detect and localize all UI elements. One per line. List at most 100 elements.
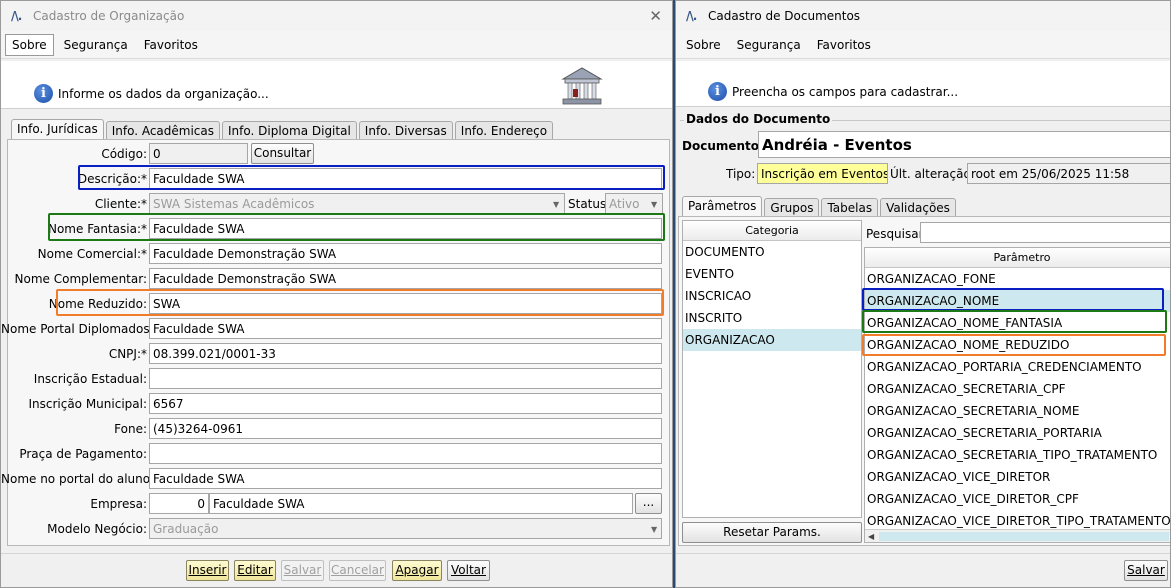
- pesquisar-input[interactable]: [920, 222, 1170, 243]
- title-bar: /\. Cadastro de Documentos: [676, 1, 1170, 31]
- praca-pagamento-label: Praça de Pagamento:: [19, 447, 147, 461]
- editar-button[interactable]: Editar: [234, 560, 276, 581]
- list-item-selected[interactable]: ORGANIZACAO: [683, 329, 861, 351]
- tab-info-juridicas[interactable]: Info. Jurídicas: [11, 119, 104, 140]
- table-row[interactable]: ORGANIZACAO_SECRETARIA_PORTARIA: [865, 422, 1170, 444]
- inserir-button[interactable]: Inserir: [186, 560, 229, 581]
- document-tabs: Parâmetros Grupos Tabelas Validações: [682, 196, 958, 217]
- menu-bar: Sobre Segurança Favoritos: [676, 31, 1170, 59]
- chevron-down-icon[interactable]: ▼: [651, 525, 657, 534]
- cnpj-field[interactable]: 08.399.021/0001-33: [149, 343, 662, 364]
- banner-text: Informe os dados da organização...: [58, 87, 269, 101]
- nome-portal-aluno-field[interactable]: Faculdade SWA: [149, 468, 662, 489]
- organization-window: /\. Cadastro de Organização ✕ Sobre Segu…: [0, 0, 673, 588]
- editar-label: Editar: [237, 563, 273, 577]
- empresa-name-field[interactable]: Faculdade SWA: [209, 493, 633, 514]
- window-title: Cadastro de Organização: [33, 9, 185, 23]
- action-bar: Inserir Editar Salvar Cancelar Apagar Vo…: [1, 553, 672, 587]
- app-logo-icon: /\.: [686, 9, 697, 23]
- modelo-negocio-select[interactable]: Graduação: [149, 518, 662, 539]
- menu-favoritos[interactable]: Favoritos: [811, 35, 877, 55]
- tab-info-endereco[interactable]: Info. Endereço: [454, 121, 554, 140]
- menu-sobre[interactable]: Sobre: [5, 33, 54, 56]
- cliente-label: Cliente:*: [94, 197, 147, 211]
- salvar-button[interactable]: Salvar: [1124, 560, 1168, 581]
- codigo-field[interactable]: 0: [149, 143, 248, 164]
- pesquisar-label: Pesquisar:: [866, 227, 928, 241]
- inserir-label: Inserir: [188, 563, 227, 577]
- ult-alteracao-label: Últ. alteração:: [890, 167, 975, 181]
- building-icon: [561, 67, 603, 105]
- menu-sobre[interactable]: Sobre: [680, 35, 727, 55]
- table-row[interactable]: ORGANIZACAO_NOME_REDUZIDO: [865, 334, 1170, 356]
- voltar-button[interactable]: Voltar: [447, 560, 490, 581]
- table-row[interactable]: ORGANIZACAO_VICE_DIRETOR_CPF: [865, 488, 1170, 510]
- nome-reduzido-field[interactable]: SWA: [149, 293, 662, 314]
- documento-field[interactable]: Andréia - Eventos: [758, 131, 1170, 158]
- apagar-button[interactable]: Apagar: [392, 560, 442, 581]
- nome-complementar-field[interactable]: Faculdade Demonstração SWA: [149, 268, 662, 289]
- voltar-label: Voltar: [451, 563, 486, 577]
- tab-info-diploma-digital[interactable]: Info. Diploma Digital: [222, 121, 357, 140]
- nome-portal-aluno-label: Nome no portal do aluno:: [1, 472, 155, 486]
- cancelar-button[interactable]: Cancelar: [329, 560, 386, 581]
- info-icon: i: [34, 84, 53, 103]
- empresa-lookup-button[interactable]: ...: [635, 493, 662, 514]
- tab-validacoes[interactable]: Validações: [880, 198, 956, 217]
- empresa-label: Empresa:: [90, 497, 147, 511]
- fone-field[interactable]: (45)3264-0961: [149, 418, 662, 439]
- info-banner: i Preencha os campos para cadastrar...: [676, 61, 1170, 107]
- descricao-field[interactable]: Faculdade SWA: [149, 168, 662, 189]
- cnpj-label: CNPJ:*: [108, 347, 147, 361]
- tipo-field[interactable]: Inscrição em Eventos: [757, 163, 888, 184]
- list-item[interactable]: EVENTO: [683, 263, 861, 285]
- tab-info-academicas[interactable]: Info. Acadêmicas: [105, 121, 221, 140]
- resetar-params-button[interactable]: Resetar Params.: [682, 522, 862, 543]
- horizontal-scrollbar[interactable]: ◀: [865, 529, 1170, 543]
- inscricao-municipal-field[interactable]: 6567: [149, 393, 662, 414]
- empresa-code-field[interactable]: 0: [149, 493, 209, 514]
- scroll-left-icon[interactable]: ◀: [868, 530, 874, 543]
- praca-pagamento-field[interactable]: [149, 443, 662, 464]
- table-row[interactable]: ORGANIZACAO_VICE_DIRETOR: [865, 466, 1170, 488]
- inscricao-estadual-field[interactable]: [149, 368, 662, 389]
- banner-text: Preencha os campos para cadastrar...: [732, 85, 959, 99]
- list-item[interactable]: INSCRICAO: [683, 285, 861, 307]
- table-row[interactable]: ORGANIZACAO_FONE: [865, 268, 1170, 290]
- menu-seguranca[interactable]: Segurança: [58, 35, 134, 55]
- apagar-label: Apagar: [395, 563, 439, 577]
- chevron-down-icon[interactable]: ▼: [553, 200, 559, 209]
- consultar-button[interactable]: Consultar: [251, 143, 314, 164]
- salvar-button[interactable]: Salvar: [281, 560, 324, 581]
- menu-seguranca[interactable]: Segurança: [731, 35, 807, 55]
- chevron-down-icon[interactable]: ▼: [651, 200, 657, 209]
- descricao-label: Descrição:*: [77, 172, 147, 186]
- table-row[interactable]: ORGANIZACAO_SECRETARIA_NOME: [865, 400, 1170, 422]
- list-item[interactable]: INSCRITO: [683, 307, 861, 329]
- nome-comercial-field[interactable]: Faculdade Demonstração SWA: [149, 243, 662, 264]
- menu-favoritos[interactable]: Favoritos: [138, 35, 204, 55]
- cliente-select[interactable]: SWA Sistemas Acadêmicos: [149, 193, 565, 214]
- nome-portal-diplomados-field[interactable]: Faculdade SWA: [149, 318, 662, 339]
- window-title: Cadastro de Documentos: [708, 9, 861, 23]
- tab-parametros[interactable]: Parâmetros: [682, 196, 763, 217]
- table-row[interactable]: ORGANIZACAO_SECRETARIA_CPF: [865, 378, 1170, 400]
- table-row[interactable]: ORGANIZACAO_PORTARIA_CREDENCIAMENTO: [865, 356, 1170, 378]
- nome-comercial-label: Nome Comercial:*: [37, 247, 147, 261]
- table-row-selected[interactable]: ORGANIZACAO_NOME: [865, 290, 1170, 312]
- salvar-label: Salvar: [283, 563, 322, 577]
- modelo-negocio-label: Modelo Negócio:: [47, 522, 147, 536]
- table-row[interactable]: ORGANIZACAO_NOME_FANTASIA: [865, 312, 1170, 334]
- nome-complementar-label: Nome Complementar:: [14, 272, 147, 286]
- tab-grupos[interactable]: Grupos: [764, 198, 820, 217]
- tab-tabelas[interactable]: Tabelas: [821, 198, 879, 217]
- scrollbar-thumb[interactable]: [879, 532, 1169, 541]
- nome-fantasia-field[interactable]: Faculdade SWA: [149, 218, 662, 239]
- close-icon[interactable]: ✕: [649, 7, 662, 25]
- salvar-label: Salvar: [1127, 563, 1165, 577]
- list-item[interactable]: DOCUMENTO: [683, 241, 861, 263]
- tab-info-diversas[interactable]: Info. Diversas: [358, 121, 453, 140]
- status-label: Status:: [568, 197, 611, 211]
- documento-label: Documento:: [682, 139, 764, 153]
- table-row[interactable]: ORGANIZACAO_SECRETARIA_TIPO_TRATAMENTO: [865, 444, 1170, 466]
